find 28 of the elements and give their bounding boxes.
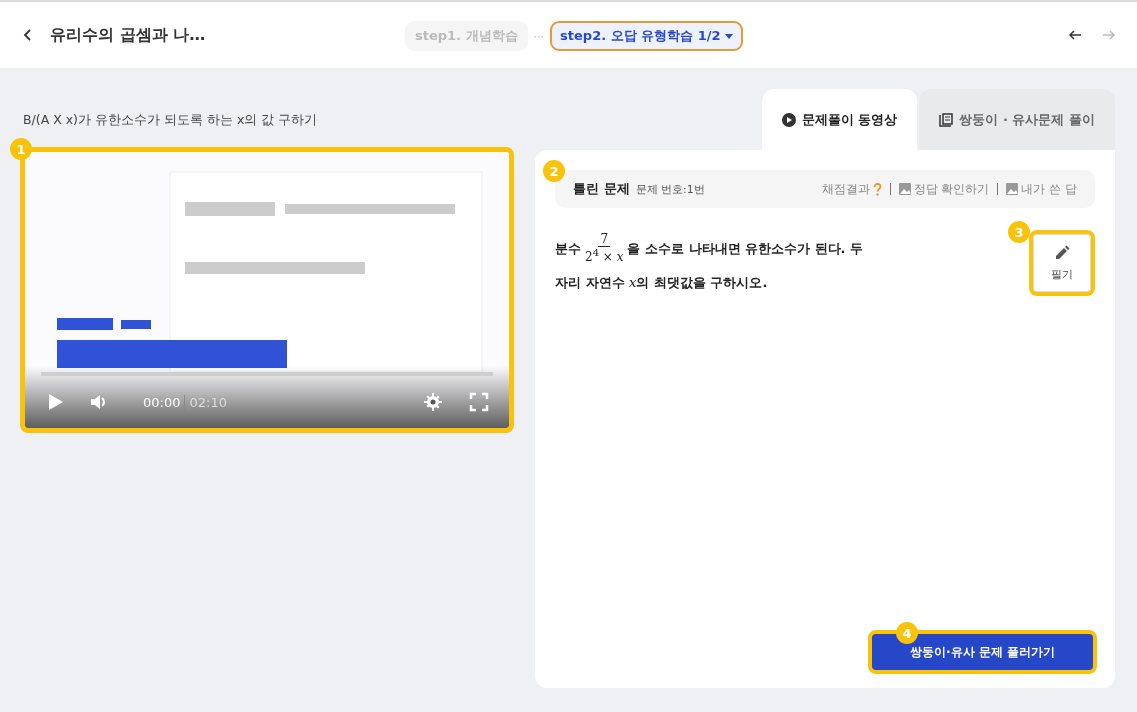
problem-heading: 틀린 문제 [573,180,630,198]
question-text: 분수 [555,240,581,257]
help-icon [872,182,882,196]
settings-icon[interactable] [423,392,443,412]
play-circle-icon [781,112,796,127]
problem-number: 문제 번호:1번 [635,181,705,197]
image-icon [898,183,911,195]
book-icon [939,112,954,127]
duration: 02:10 [184,394,227,410]
lesson-title: 유리수의 곱셈과 나… [50,24,206,46]
problem-subtitle: B/(A X x)가 유한소수가 되도록 하는 x의 값 구하기 [23,112,319,129]
tab[interactable]: 쌍둥이 · 유사문제 풀이 [919,89,1115,150]
step-dropdown[interactable]: step2. 오답 유형학습 1/2 [550,21,743,51]
header-link[interactable]: 내가 쓴 답 [1006,180,1077,198]
header-link[interactable]: 정답 확인하기 [898,180,990,198]
fraction: 7 2$^{4}$ × x [585,232,624,265]
image-icon [1006,183,1019,195]
note-button[interactable]: 필기 [1029,230,1095,296]
header-link[interactable]: 채점결과 [821,180,882,198]
current-time: 00:00 [143,394,181,410]
caret-icon [724,33,733,39]
fullscreen-icon[interactable] [469,392,489,412]
pencil-icon [1054,244,1070,261]
question-text: 자리 자연수 x의 최댓값을 구하시오. [555,274,768,291]
callout-badge: 1 [10,138,32,160]
step-separator: ··· [533,29,545,43]
tab[interactable]: 문제풀이 동영상 [761,89,918,150]
question-text: 을 소수로 나타내면 유한소수가 된다. 두 [627,240,864,257]
